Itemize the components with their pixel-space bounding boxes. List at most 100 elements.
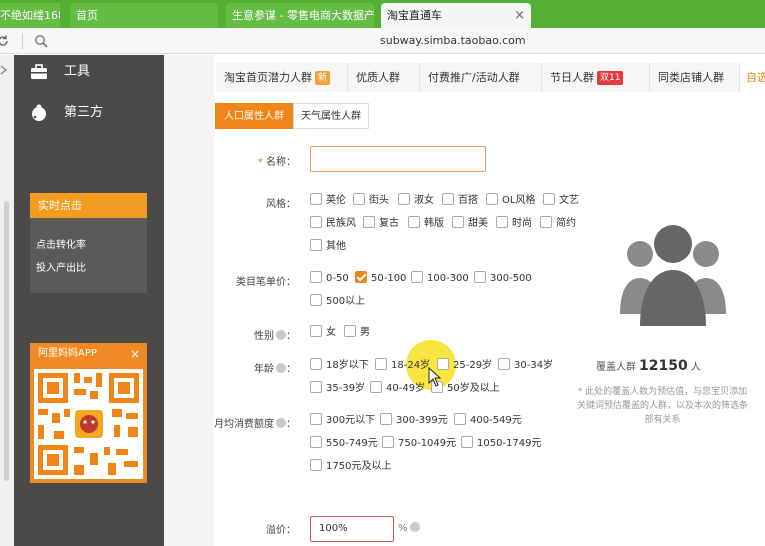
help-icon[interactable] <box>276 418 286 428</box>
style-option[interactable]: 简约 <box>540 216 576 232</box>
tab-quality[interactable]: 优质人群 <box>348 63 420 92</box>
style-option[interactable]: 民族风 <box>310 216 356 232</box>
close-tab-icon[interactable]: × <box>514 3 525 28</box>
checkbox[interactable] <box>344 325 356 337</box>
price-option[interactable]: 300-500 <box>474 271 532 287</box>
checkbox[interactable] <box>310 216 322 228</box>
browser-tab[interactable]: 不绝如缕168 <box>0 3 60 28</box>
realtime-link-roi[interactable]: 投入产出比 <box>36 259 86 274</box>
realtime-link-conversion[interactable]: 点击转化率 <box>36 236 86 251</box>
style-option[interactable]: 韩版 <box>408 216 444 232</box>
help-icon[interactable] <box>276 330 286 340</box>
checkbox[interactable] <box>540 216 552 228</box>
checkbox[interactable] <box>310 436 322 448</box>
checkbox[interactable] <box>310 381 322 393</box>
checkbox[interactable] <box>461 436 473 448</box>
style-option[interactable]: OL风格 <box>486 193 535 209</box>
style-option[interactable]: 其他 <box>310 239 346 255</box>
search-icon[interactable] <box>34 34 48 48</box>
checkbox[interactable] <box>310 239 322 251</box>
checkbox[interactable] <box>411 271 423 283</box>
tab-label: 节日人群 <box>550 71 594 84</box>
spend-option[interactable]: 400-549元 <box>454 413 522 429</box>
checkbox[interactable] <box>474 271 486 283</box>
age-option[interactable]: 18-24岁 <box>375 358 430 374</box>
style-option[interactable]: 街头 <box>353 193 389 209</box>
spend-option[interactable]: 550-749元 <box>310 436 378 452</box>
option-label: 400-549元 <box>470 415 522 426</box>
realtime-title[interactable]: 实时点击 <box>30 193 147 218</box>
checkbox[interactable] <box>370 381 382 393</box>
tab-similar-shops[interactable]: 同类店铺人群 <box>650 63 740 92</box>
spend-option[interactable]: 750-1049元 <box>382 436 456 452</box>
style-option[interactable]: 百搭 <box>442 193 478 209</box>
premium-input[interactable]: 100% <box>310 516 394 542</box>
checkbox[interactable] <box>486 193 498 205</box>
checkbox-checked[interactable] <box>355 271 367 283</box>
style-option[interactable]: 时尚 <box>496 216 532 232</box>
spend-option[interactable]: 300-399元 <box>380 413 448 429</box>
checkbox[interactable] <box>380 413 392 425</box>
tab-homepage-potential[interactable]: 淘宝首页潜力人群新 <box>216 63 348 92</box>
price-option[interactable]: 0-50 <box>310 271 349 287</box>
spend-option[interactable]: 300元以下 <box>310 413 375 429</box>
checkbox[interactable] <box>363 216 375 228</box>
expand-icon[interactable] <box>0 65 8 75</box>
checkbox[interactable] <box>498 358 510 370</box>
style-option[interactable]: 复古 <box>363 216 399 232</box>
price-option-checked[interactable]: 50-100 <box>355 271 406 287</box>
checkbox[interactable] <box>353 193 365 205</box>
age-option[interactable]: 30-34岁 <box>498 358 553 374</box>
checkbox[interactable] <box>310 325 322 337</box>
browser-tab[interactable]: 首页 <box>70 3 218 28</box>
option-label: 百搭 <box>458 195 478 206</box>
spend-option[interactable]: 1050-1749元 <box>461 436 542 452</box>
browser-tab[interactable]: 生意参谋 - 零售电商大数据产 <box>226 3 374 28</box>
help-icon[interactable] <box>276 363 286 373</box>
age-option[interactable]: 40-49岁 <box>370 381 425 397</box>
style-option[interactable]: 文艺 <box>543 193 579 209</box>
style-option[interactable]: 甜美 <box>452 216 488 232</box>
sidebar-item-tools[interactable]: 工具 <box>28 60 158 84</box>
checkbox[interactable] <box>382 436 394 448</box>
tab-paid-activity[interactable]: 付费推广/活动人群 <box>420 63 542 92</box>
checkbox[interactable] <box>310 413 322 425</box>
checkbox[interactable] <box>543 193 555 205</box>
checkbox[interactable] <box>310 193 322 205</box>
help-icon[interactable] <box>409 522 420 532</box>
name-input[interactable] <box>310 146 486 172</box>
price-option[interactable]: 100-300 <box>411 271 469 287</box>
tab-holiday[interactable]: 节日人群 双11 <box>542 63 650 92</box>
checkbox[interactable] <box>496 216 508 228</box>
checkbox[interactable] <box>310 358 322 370</box>
refresh-icon[interactable] <box>0 34 10 48</box>
subtab-demographic[interactable]: 人口属性人群 <box>215 103 293 129</box>
age-option[interactable]: 35-39岁 <box>310 381 365 397</box>
checkbox[interactable] <box>454 413 466 425</box>
style-option[interactable]: 英伦 <box>310 193 346 209</box>
price-option[interactable]: 500以上 <box>310 294 365 310</box>
checkbox[interactable] <box>310 294 322 306</box>
browser-tab-active[interactable]: 淘宝直通车 × <box>381 3 531 28</box>
gender-option[interactable]: 男 <box>344 325 370 341</box>
age-option[interactable]: 25-29岁 <box>437 358 492 374</box>
subtab-weather[interactable]: 天气属性人群 <box>293 103 369 129</box>
style-option[interactable]: 淑女 <box>398 193 434 209</box>
age-option[interactable]: 18岁以下 <box>310 358 369 374</box>
tab-custom[interactable]: 自选 <box>740 63 765 92</box>
checkbox[interactable] <box>310 459 322 471</box>
scrollbar[interactable] <box>4 201 9 481</box>
close-icon[interactable]: × <box>130 343 140 365</box>
spend-option[interactable]: 1750元及以上 <box>310 459 391 475</box>
checkbox[interactable] <box>310 271 322 283</box>
tab-label: 自选 <box>746 71 765 84</box>
checkbox[interactable] <box>452 216 464 228</box>
checkbox[interactable] <box>442 193 454 205</box>
gender-option[interactable]: 女 <box>310 325 336 341</box>
url-text[interactable]: subway.simba.taobao.com <box>380 34 526 47</box>
checkbox[interactable] <box>408 216 420 228</box>
checkbox[interactable] <box>375 358 387 370</box>
option-label: 街头 <box>369 195 389 206</box>
checkbox[interactable] <box>398 193 410 205</box>
sidebar-item-third-party[interactable]: 第三方 <box>28 101 158 125</box>
